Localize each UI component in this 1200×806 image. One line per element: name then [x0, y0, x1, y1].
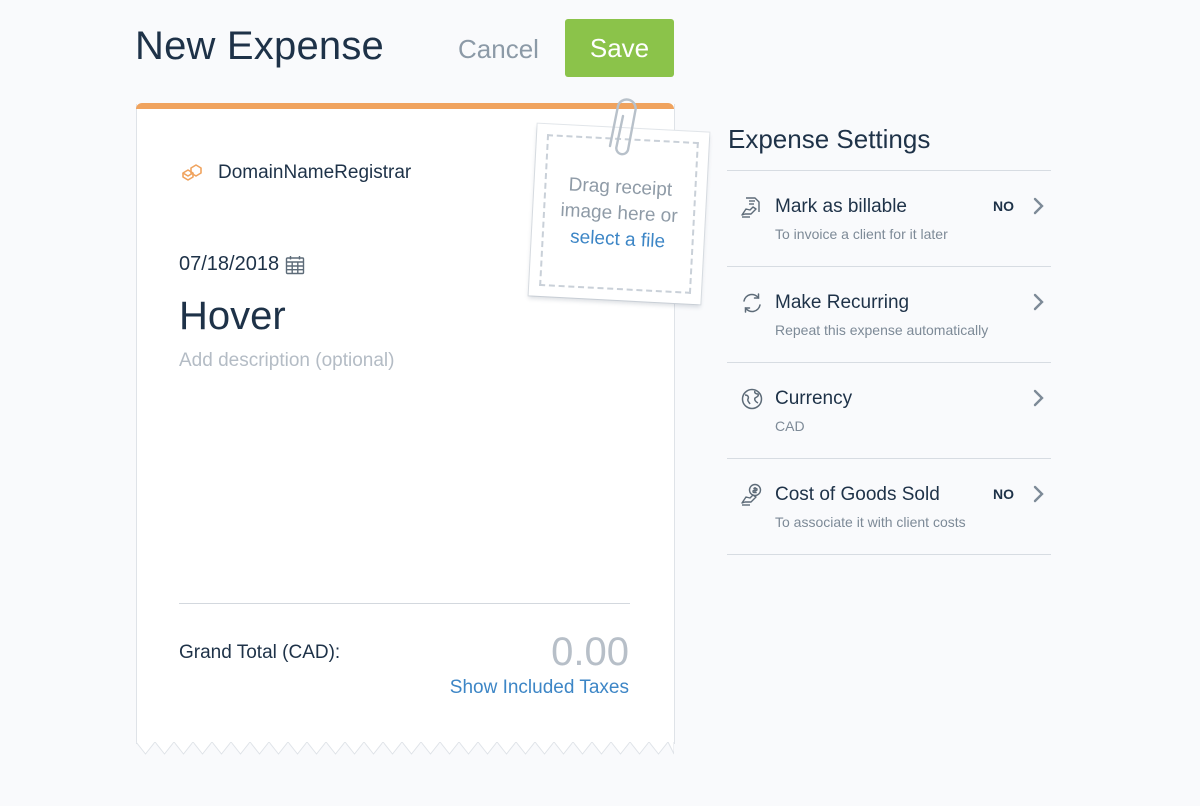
settings-title: Expense Settings	[728, 124, 931, 154]
grand-total-amount[interactable]: 0.00	[551, 630, 629, 675]
setting-label: Make Recurring	[775, 292, 910, 313]
setting-description: To associate it with client costs	[775, 514, 966, 530]
category-icon	[182, 164, 202, 181]
description-input[interactable]	[179, 350, 619, 372]
chevron-right-icon	[1033, 197, 1044, 215]
setting-description: Repeat this expense automatically	[775, 322, 989, 338]
cogs-status: NO	[993, 486, 1014, 502]
recurring-icon	[743, 293, 761, 313]
billable-status: NO	[993, 198, 1014, 214]
setting-make-recurring[interactable]: Make Recurring Repeat this expense autom…	[727, 267, 1051, 363]
setting-label: Currency	[775, 388, 853, 409]
setting-label: Cost of Goods Sold	[775, 484, 940, 505]
setting-label: Mark as billable	[775, 196, 907, 217]
setting-mark-billable[interactable]: Mark as billable To invoice a client for…	[727, 171, 1051, 267]
receipt-torn-edge	[136, 742, 674, 755]
merchant-name[interactable]: Hover	[179, 294, 286, 339]
receipt-top-accent	[136, 103, 674, 109]
chevron-right-icon	[1033, 485, 1044, 503]
chevron-right-icon	[1033, 389, 1044, 407]
vendor-name: DomainNameRegistrar	[218, 162, 412, 183]
cogs-icon	[741, 483, 762, 506]
show-included-taxes-link[interactable]: Show Included Taxes	[450, 677, 629, 699]
setting-description: To invoice a client for it later	[775, 226, 948, 242]
billable-icon	[741, 197, 760, 218]
currency-value: CAD	[775, 418, 805, 434]
save-button[interactable]: Save	[565, 19, 674, 77]
cancel-button[interactable]: Cancel	[458, 34, 539, 65]
settings-list: Mark as billable To invoice a client for…	[727, 170, 1051, 555]
setting-currency[interactable]: Currency CAD	[727, 363, 1051, 459]
calendar-icon[interactable]	[285, 255, 305, 275]
grand-total-label: Grand Total (CAD):	[179, 642, 341, 663]
paperclip-icon	[608, 98, 637, 156]
currency-icon	[741, 388, 763, 410]
select-file-link[interactable]: select a file	[569, 224, 666, 255]
date-value: 07/18/2018	[179, 253, 280, 275]
page-title: New Expense	[135, 24, 384, 68]
vendor-row[interactable]: DomainNameRegistrar	[180, 162, 411, 184]
setting-cost-of-goods-sold[interactable]: Cost of Goods Sold To associate it with …	[727, 459, 1051, 555]
total-divider	[179, 603, 630, 604]
chevron-right-icon	[1033, 293, 1044, 311]
date-field[interactable]: 07/18/2018	[179, 253, 305, 276]
